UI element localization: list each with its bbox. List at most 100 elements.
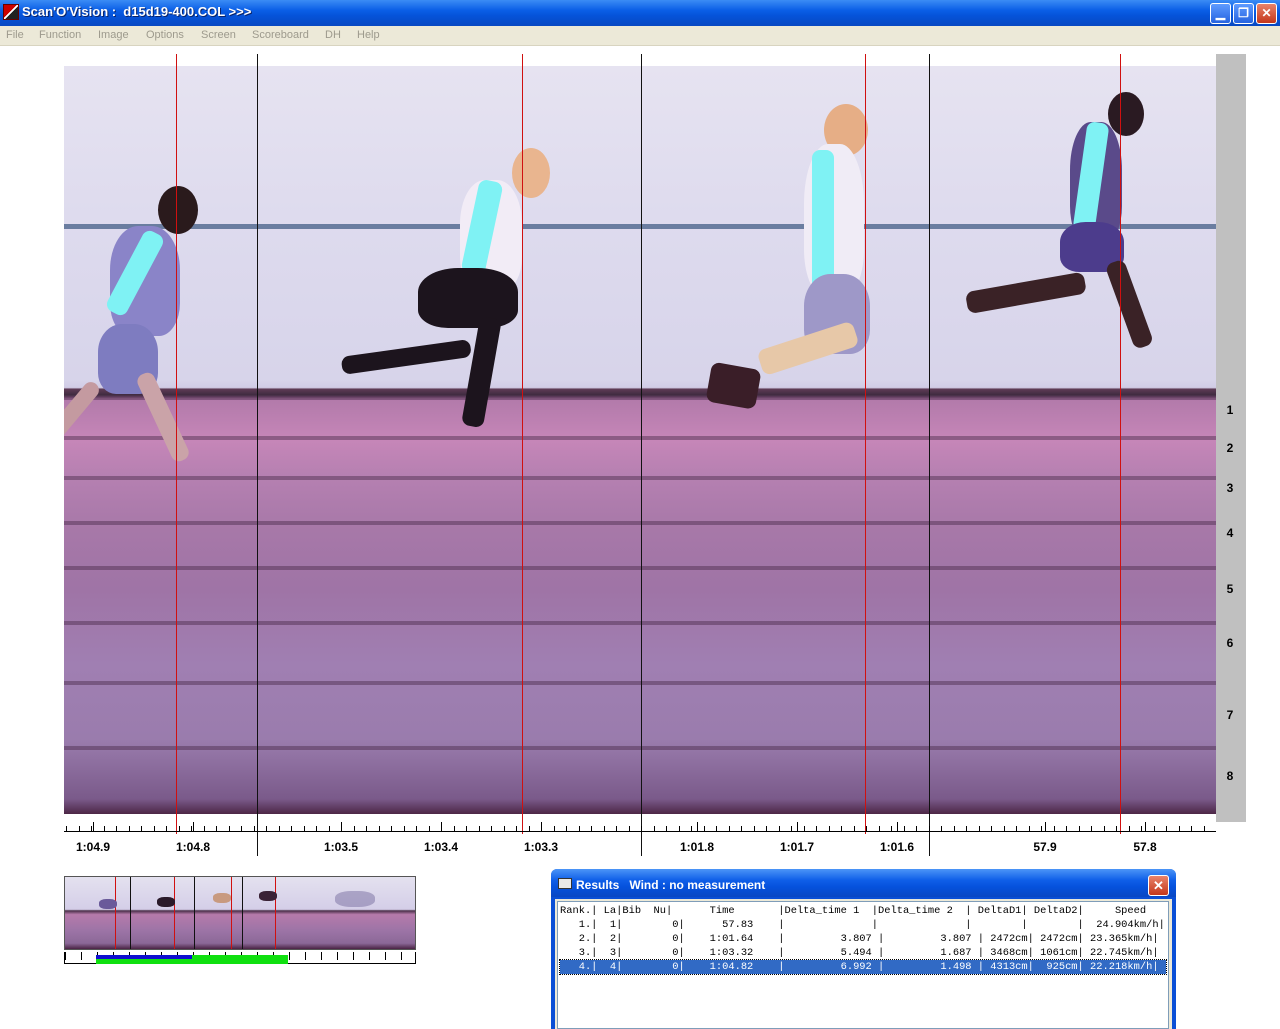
axis-major-tick	[193, 822, 194, 832]
menu-file[interactable]: File	[6, 29, 24, 41]
axis-tick	[716, 826, 717, 832]
menu-help[interactable]: Help	[357, 29, 380, 41]
axis-tick	[1016, 826, 1017, 832]
axis-tick	[516, 826, 517, 832]
results-row-selected[interactable]: 4.| 4| 0| 1:04.82 | 6.992 | 1.498 | 4313…	[559, 959, 1167, 975]
axis-tick	[1079, 826, 1080, 832]
runner-lane-4[interactable]	[64, 184, 234, 474]
menu-function[interactable]: Function	[39, 29, 81, 41]
results-title-bar[interactable]: Results Wind : no measurement ✕	[551, 869, 1176, 897]
thumb-ruler-tick	[401, 952, 402, 960]
lane-line	[64, 681, 1216, 685]
results-list[interactable]: Rank.| La|Bib Nu| Time |Delta_time 1 |De…	[557, 901, 1169, 1029]
menu-scoreboard[interactable]: Scoreboard	[252, 29, 309, 41]
axis-tick	[554, 826, 555, 832]
thumb-separator	[242, 877, 243, 949]
thumb-ruler-tick	[337, 952, 338, 960]
runner-lane-3[interactable]	[300, 148, 570, 458]
runner-lane-1[interactable]	[954, 92, 1174, 372]
thumb-shadow	[335, 891, 375, 907]
app-icon[interactable]	[3, 4, 19, 20]
thumbnail-range-bar[interactable]	[192, 955, 288, 964]
finish-cursor-line[interactable]	[522, 54, 523, 834]
axis-tick	[916, 826, 917, 832]
minimize-button[interactable]: ▁	[1210, 3, 1231, 24]
axis-tick	[616, 826, 617, 832]
axis-tick	[379, 826, 380, 832]
axis-tick	[1166, 826, 1167, 832]
lane-label: 3	[1226, 481, 1234, 495]
axis-tick	[279, 826, 280, 832]
axis-tick	[741, 826, 742, 832]
runner-leg	[964, 271, 1087, 315]
results-row[interactable]: 2.| 2| 0| 1:01.64 | 3.807 | 3.807 | 2472…	[560, 932, 1166, 946]
lane-label: 5	[1226, 582, 1234, 596]
menu-image[interactable]: Image	[98, 29, 129, 41]
axis-major-tick	[93, 822, 94, 832]
finish-cursor-line[interactable]	[865, 54, 866, 834]
axis-major-tick	[441, 822, 442, 832]
thumb-ruler-tick	[321, 952, 322, 960]
axis-tick	[254, 826, 255, 832]
runner-lane-2[interactable]	[704, 104, 904, 434]
photo-finish-image[interactable]	[64, 66, 1216, 814]
thumb-ruler-tick	[289, 952, 290, 960]
axis-tick	[666, 826, 667, 832]
runner-head	[158, 186, 198, 234]
frame-separator-line[interactable]	[929, 54, 930, 856]
lane-line	[64, 476, 1216, 480]
results-row[interactable]: 1.| 1| 0| 57.83 | | | | | 24.904km/h|	[560, 918, 1166, 932]
frame-separator-line[interactable]	[641, 54, 642, 856]
runner-leg	[461, 316, 502, 429]
lane-label: 7	[1226, 708, 1234, 722]
axis-tick	[166, 826, 167, 832]
time-label: 1:03.3	[523, 840, 559, 854]
menu-screen[interactable]: Screen	[201, 29, 236, 41]
finish-cursor-line[interactable]	[176, 54, 177, 834]
time-axis	[64, 831, 1216, 832]
axis-tick	[891, 826, 892, 832]
axis-major-tick	[797, 822, 798, 832]
axis-tick	[141, 826, 142, 832]
axis-tick	[1066, 826, 1067, 832]
axis-tick	[1029, 826, 1030, 832]
thumb-ruler-tick	[369, 952, 370, 960]
runner-head	[1108, 92, 1144, 136]
thumb-finish-line	[231, 877, 232, 949]
results-close-button[interactable]: ✕	[1148, 875, 1169, 896]
lane-strip[interactable]	[1216, 54, 1246, 822]
close-button[interactable]: ✕	[1256, 3, 1277, 24]
results-window[interactable]: Results Wind : no measurement ✕ Rank.| L…	[551, 869, 1176, 1029]
axis-tick	[1041, 826, 1042, 832]
axis-tick	[979, 826, 980, 832]
thumb-separator	[194, 877, 195, 949]
axis-tick	[216, 826, 217, 832]
window-title: Scan'O'Vision : d15d19-400.COL >>>	[22, 4, 252, 19]
menu-options[interactable]: Options	[146, 29, 184, 41]
results-body: Rank.| La|Bib Nu| Time |Delta_time 1 |De…	[555, 899, 1172, 1029]
frame-separator-line[interactable]	[257, 54, 258, 856]
restore-button[interactable]: ❐	[1233, 3, 1254, 24]
thumb-runner	[157, 897, 175, 907]
axis-tick	[304, 826, 305, 832]
thumb-ruler-tick	[65, 952, 66, 960]
axis-tick	[491, 826, 492, 832]
axis-tick	[1091, 826, 1092, 832]
axis-tick	[191, 826, 192, 832]
finish-cursor-line[interactable]	[1120, 54, 1121, 834]
runner-head	[512, 148, 550, 198]
results-row[interactable]: 3.| 3| 0| 1:03.32 | 5.494 | 1.687 | 3468…	[560, 946, 1166, 960]
time-label: 1:04.9	[75, 840, 111, 854]
time-label: 1:03.5	[323, 840, 359, 854]
lane-line	[64, 621, 1216, 625]
overview-thumbnail[interactable]	[64, 876, 416, 950]
axis-tick	[991, 826, 992, 832]
axis-tick	[91, 826, 92, 832]
time-label: 57.9	[1033, 840, 1057, 854]
menu-dh[interactable]: DH	[325, 29, 341, 41]
axis-tick	[1004, 826, 1005, 832]
axis-tick	[904, 826, 905, 832]
axis-tick	[241, 826, 242, 832]
axis-tick	[966, 826, 967, 832]
axis-tick	[1129, 826, 1130, 832]
